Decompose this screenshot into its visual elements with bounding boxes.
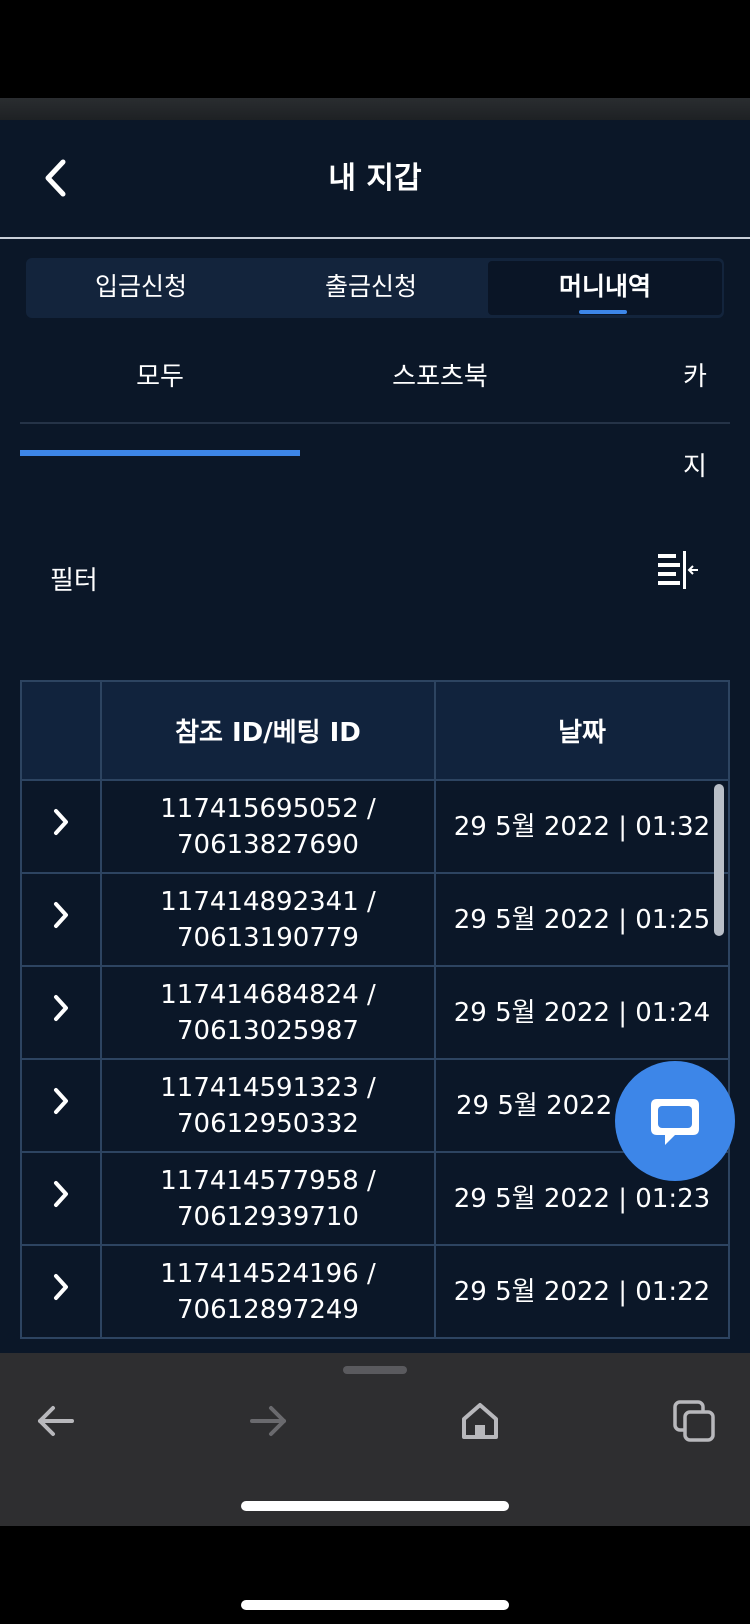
live-chat-button[interactable] — [615, 1061, 735, 1181]
category-subtabs: 모두 스포츠북 카지 — [20, 332, 730, 482]
subtab-casino[interactable]: 카지 — [683, 332, 730, 482]
header-ref-id: 참조 ID/베팅 ID — [100, 680, 436, 781]
date-cell: 29 5월 2022 | 01:25 — [434, 872, 730, 967]
chevron-right-icon — [54, 808, 68, 835]
header-date: 날짜 — [434, 680, 730, 781]
ref-id-cell: 117414577958 /70612939710 — [100, 1151, 436, 1246]
ref-id-cell: 117414892341 /70613190779 — [100, 872, 436, 967]
filter-label: 필터 — [50, 566, 98, 596]
arrow-left-icon — [38, 1406, 74, 1436]
expand-row-button[interactable] — [20, 1151, 102, 1246]
table-row[interactable]: 117414684824 /70613025987 29 5월 2022 | 0… — [20, 965, 730, 1060]
table-row[interactable]: 117414892341 /70613190779 29 5월 2022 | 0… — [20, 872, 730, 967]
money-history-table: 참조 ID/베팅 ID 날짜 117415695052 /70613827690… — [20, 680, 730, 1339]
browser-home-button[interactable] — [458, 1399, 502, 1443]
subtab-all[interactable]: 모두 — [20, 332, 300, 422]
table-header-row: 참조 ID/베팅 ID 날짜 — [20, 680, 730, 781]
expand-row-button[interactable] — [20, 872, 102, 967]
system-home-indicator[interactable] — [241, 1600, 509, 1610]
expand-row-button[interactable] — [20, 1058, 102, 1153]
filter-collapse-icon — [658, 551, 698, 589]
chevron-right-icon — [54, 901, 68, 928]
tab-deposit[interactable]: 입금신청 — [26, 258, 256, 318]
wallet-screen: 내 지갑 입금신청 출금신청 머니내역 모두 스포츠북 카지 필터 참조 ID/… — [0, 120, 750, 1353]
active-tab-underline — [579, 310, 627, 314]
date-cell: 29 5월 2022 | 01:24 — [434, 965, 730, 1060]
ref-id-cell: 117415695052 /70613827690 — [100, 779, 436, 874]
toolbar-grip[interactable] — [343, 1366, 407, 1374]
header-expand-column — [20, 680, 102, 781]
filter-button[interactable] — [656, 548, 700, 592]
tabs-icon — [673, 1400, 715, 1442]
browser-toolbar — [0, 1353, 750, 1526]
app-top-strip — [0, 98, 750, 120]
expand-row-button[interactable] — [20, 1244, 102, 1339]
chevron-right-icon — [54, 1087, 68, 1114]
ref-id-cell: 117414591323 /70612950332 — [100, 1058, 436, 1153]
browser-tabs-button[interactable] — [672, 1399, 716, 1443]
active-subtab-indicator — [20, 450, 300, 456]
expand-row-button[interactable] — [20, 965, 102, 1060]
subtab-sportsbook[interactable]: 스포츠북 — [300, 332, 580, 422]
arrow-right-icon — [250, 1406, 286, 1436]
app-header: 내 지갑 — [0, 120, 750, 239]
browser-back-button[interactable] — [34, 1399, 78, 1443]
table-row[interactable]: 117414577958 /70612939710 29 5월 2022 | 0… — [20, 1151, 730, 1246]
date-cell: 29 5월 2022 | 01:22 — [434, 1244, 730, 1339]
page-title: 내 지갑 — [328, 161, 422, 196]
chevron-right-icon — [54, 1180, 68, 1207]
table-row[interactable]: 117415695052 /70613827690 29 5월 2022 | 0… — [20, 779, 730, 874]
chevron-right-icon — [54, 994, 68, 1021]
home-indicator — [241, 1501, 509, 1511]
browser-forward-button[interactable] — [246, 1399, 290, 1443]
status-bar — [0, 0, 750, 98]
ref-id-cell: 117414524196 /70612897249 — [100, 1244, 436, 1339]
system-nav-area — [0, 1526, 750, 1624]
date-cell: 29 5월 2022 | 01:32 — [434, 779, 730, 874]
tab-money-history[interactable]: 머니내역 — [488, 261, 722, 315]
ref-id-cell: 117414684824 /70613025987 — [100, 965, 436, 1060]
tab-withdraw[interactable]: 출금신청 — [256, 258, 486, 318]
wallet-tabs: 입금신청 출금신청 머니내역 — [26, 258, 724, 318]
expand-row-button[interactable] — [20, 779, 102, 874]
home-icon — [462, 1403, 498, 1439]
table-scrollbar[interactable] — [714, 784, 724, 936]
chat-bubble-icon — [651, 1099, 699, 1145]
table-row[interactable]: 117414524196 /70612897249 29 5월 2022 | 0… — [20, 1244, 730, 1339]
chevron-right-icon — [54, 1273, 68, 1300]
